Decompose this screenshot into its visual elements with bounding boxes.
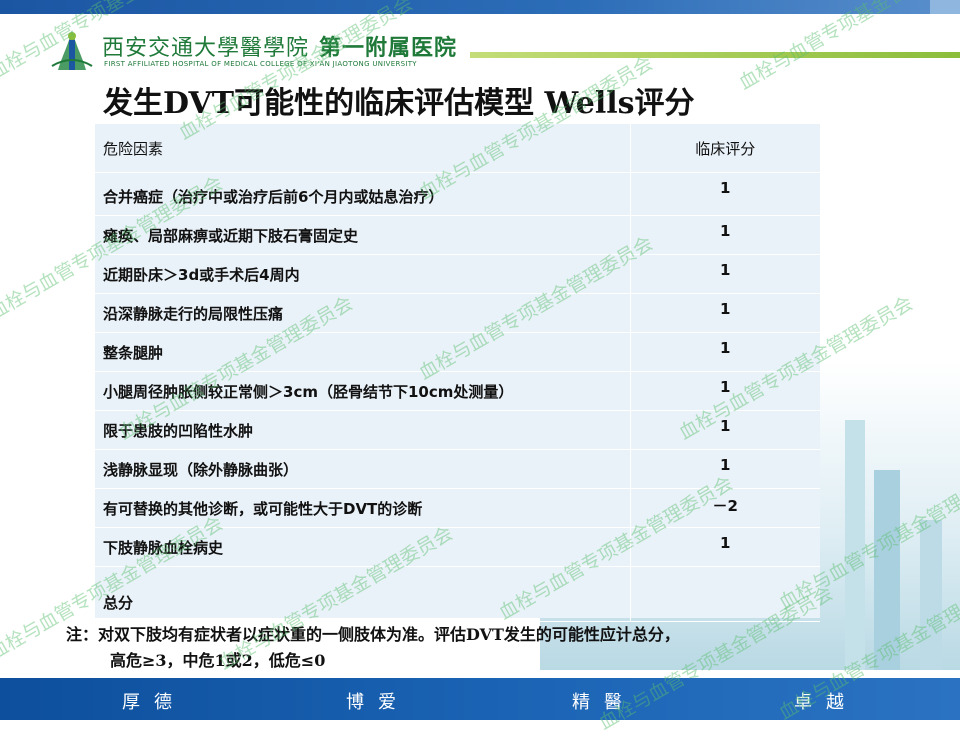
score-cell: 1 <box>629 449 820 489</box>
motto-item: 博爱 <box>346 692 410 713</box>
watermark-text: 血栓与血管专项基金管理委员会 <box>735 0 960 95</box>
score-table: 危险因素 临床评分 合并癌症（治疗中或治疗后前6个月内或姑息治疗） 1 瘫痪、局部麻… <box>95 124 820 622</box>
header-accent-line <box>470 52 960 58</box>
score-cell: 1 <box>629 254 820 294</box>
risk-factor-cell: 小腿周径肿胀侧较正常侧＞3cm（胫骨结节下10cm处测量） <box>95 371 630 411</box>
top-strip <box>0 0 960 14</box>
risk-factor-cell: 合并癌症（治疗中或治疗后前6个月内或姑息治疗） <box>95 172 630 216</box>
table-row: 小腿周径肿胀侧较正常侧＞3cm（胫骨结节下10cm处测量） 1 <box>95 371 820 411</box>
logo-chinese-name: 西安交通大學醫學院 第一附属医院 <box>102 30 457 62</box>
footnote-line-2: 高危≥3，中危1或2，低危≤0 <box>110 651 326 670</box>
risk-factor-cell: 总分 <box>95 566 630 622</box>
wells-score-table: 危险因素 临床评分 合并癌症（治疗中或治疗后前6个月内或姑息治疗） 1 瘫痪、局部麻… <box>95 124 820 622</box>
score-cell: －2 <box>629 488 820 528</box>
score-cell: 1 <box>629 410 820 450</box>
motto-item: 精醫 <box>572 692 636 713</box>
risk-factor-cell: 沿深静脉走行的局限性压痛 <box>95 293 630 333</box>
motto-item: 厚德 <box>122 692 186 713</box>
motto-item: 卓越 <box>794 692 858 713</box>
top-strip-accent <box>930 0 960 14</box>
table-row: 有可替换的其他诊断，或可能性大于DVT的诊断 －2 <box>95 488 820 528</box>
footer-bar: 厚德 博爱 精醫 卓越 <box>0 678 960 720</box>
risk-factor-cell: 有可替换的其他诊断，或可能性大于DVT的诊断 <box>95 488 630 528</box>
score-cell: 1 <box>629 371 820 411</box>
footnote: 注：对双下肢均有症状者以症状重的一侧肢体为准。评估DVT发生的可能性应计总分， … <box>66 622 680 674</box>
table-row: 合并癌症（治疗中或治疗后前6个月内或姑息治疗） 1 <box>95 172 820 216</box>
table-header-row: 危险因素 临床评分 <box>95 124 820 173</box>
logo-english-name: FIRST AFFILIATED HOSPITAL OF MEDICAL COL… <box>104 60 417 68</box>
risk-factor-cell: 下肢静脉血栓病史 <box>95 527 630 567</box>
table-row: 沿深静脉走行的局限性压痛 1 <box>95 293 820 333</box>
footnote-line-1: 注：对双下肢均有症状者以症状重的一侧肢体为准。评估DVT发生的可能性应计总分， <box>66 625 680 644</box>
risk-factor-cell: 整条腿肿 <box>95 332 630 372</box>
background-building <box>845 420 865 670</box>
table-row: 瘫痪、局部麻痹或近期下肢石膏固定史 1 <box>95 215 820 255</box>
score-cell: 1 <box>629 527 820 567</box>
table-row: 近期卧床＞3d或手术后4周内 1 <box>95 254 820 294</box>
background-building <box>874 470 900 670</box>
risk-factor-cell: 限于患肢的凹陷性水肿 <box>95 410 630 450</box>
score-cell <box>629 566 820 622</box>
logo-university: 西安交通大學醫學院 <box>102 36 310 61</box>
table-row: 总分 <box>95 566 820 622</box>
page-title: 发生DVT可能性的临床评估模型 Wells评分 <box>103 86 695 121</box>
hospital-emblem-icon <box>51 30 93 70</box>
risk-factor-cell: 近期卧床＞3d或手术后4周内 <box>95 254 630 294</box>
score-cell: 1 <box>629 293 820 333</box>
table-row: 浅静脉显现（除外静脉曲张） 1 <box>95 449 820 489</box>
logo-hospital-name: 第一附属医院 <box>319 36 458 61</box>
risk-factor-cell: 瘫痪、局部麻痹或近期下肢石膏固定史 <box>95 215 630 255</box>
table-row: 整条腿肿 1 <box>95 332 820 372</box>
column-header-score: 临床评分 <box>629 124 820 173</box>
column-header-risk: 危险因素 <box>95 124 630 173</box>
risk-factor-cell: 浅静脉显现（除外静脉曲张） <box>95 449 630 489</box>
table-row: 限于患肢的凹陷性水肿 1 <box>95 410 820 450</box>
background-building <box>920 520 942 670</box>
hospital-logo: 西安交通大學醫學院 第一附属医院 FIRST AFFILIATED HOSPITA… <box>48 26 468 76</box>
score-cell: 1 <box>629 172 820 216</box>
score-cell: 1 <box>629 332 820 372</box>
score-cell: 1 <box>629 215 820 255</box>
table-row: 下肢静脉血栓病史 1 <box>95 527 820 567</box>
